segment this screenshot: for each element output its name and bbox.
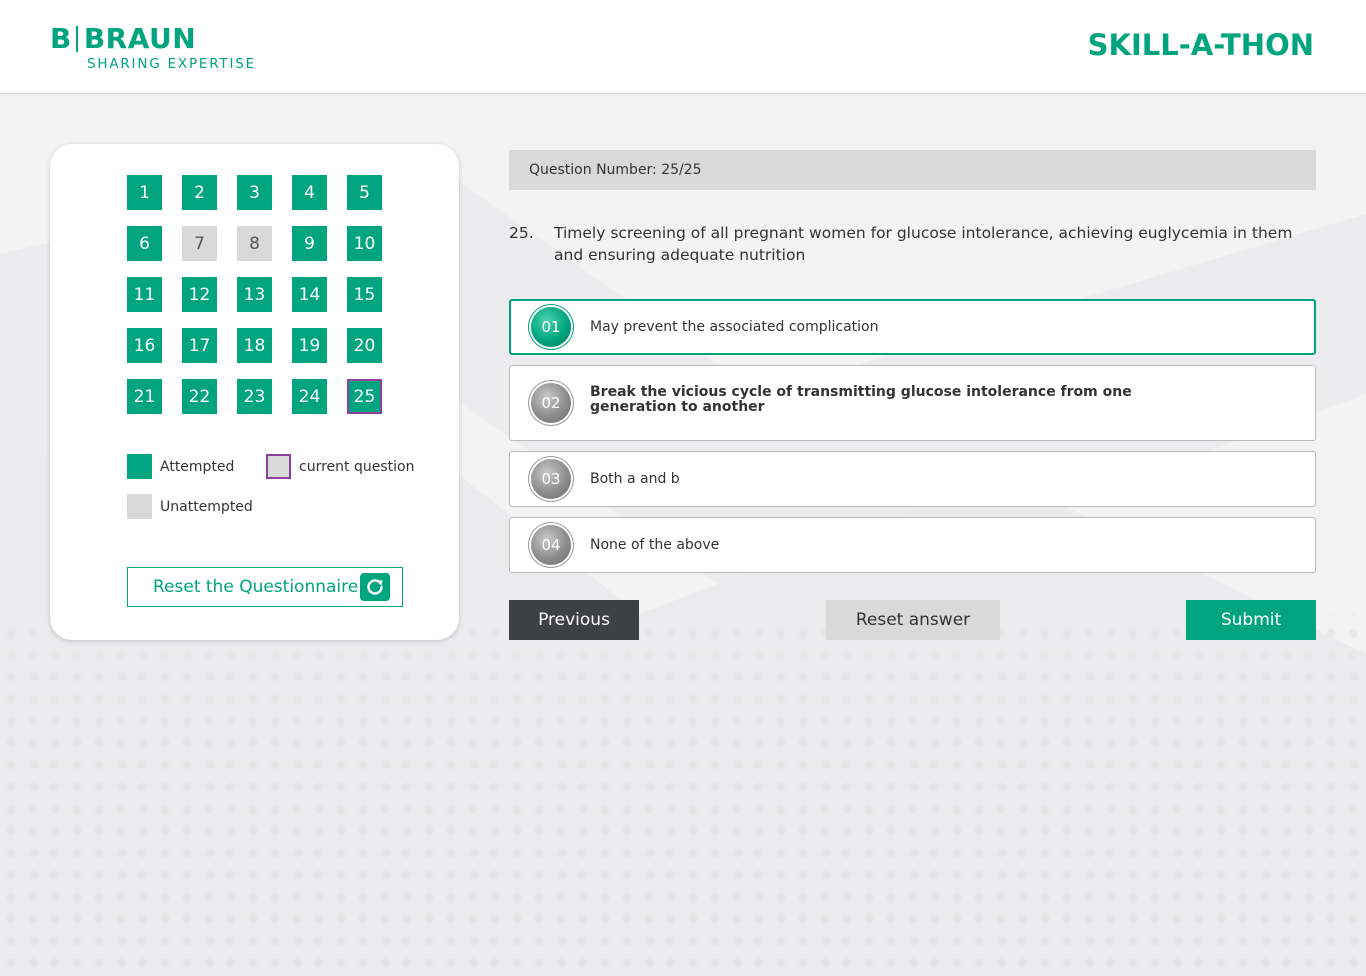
unattempted-swatch: [127, 494, 152, 519]
option-badge: 02: [531, 383, 571, 423]
reset-questionnaire-button[interactable]: Reset the Questionnaire: [127, 567, 403, 607]
legend-unattempted: Unattempted: [127, 494, 253, 519]
option-text: Both a and b: [590, 470, 680, 487]
question-nav-9[interactable]: 9: [292, 226, 327, 261]
reset-questionnaire-label: Reset the Questionnaire: [153, 577, 359, 597]
question-nav-3[interactable]: 3: [237, 175, 272, 210]
logo-letter: B: [50, 22, 72, 55]
option-04[interactable]: 04 None of the above: [509, 517, 1316, 573]
bbraun-logo: B BRAUN SHARING EXPERTISE: [50, 22, 256, 73]
question-nav-8[interactable]: 8: [237, 226, 272, 261]
option-01[interactable]: 01 May prevent the associated complicati…: [509, 299, 1316, 355]
question-nav-1[interactable]: 1: [127, 175, 162, 210]
question-nav-16[interactable]: 16: [127, 328, 162, 363]
current-swatch: [266, 454, 291, 479]
question-nav-13[interactable]: 13: [237, 277, 272, 312]
submit-button[interactable]: Submit: [1186, 600, 1316, 640]
question-nav-17[interactable]: 17: [182, 328, 217, 363]
question-nav-12[interactable]: 12: [182, 277, 217, 312]
question-text: Timely screening of all pregnant women f…: [554, 224, 1293, 264]
question-nav-22[interactable]: 22: [182, 379, 217, 414]
status-legend: Attempted current question Unattempted: [127, 454, 427, 524]
question-nav-7[interactable]: 7: [182, 226, 217, 261]
question-index: 25.: [509, 224, 534, 242]
question-nav-21[interactable]: 21: [127, 379, 162, 414]
question-number-bar: Question Number: 25/25: [509, 150, 1316, 190]
question-nav-15[interactable]: 15: [347, 277, 382, 312]
question-nav-19[interactable]: 19: [292, 328, 327, 363]
question-nav-14[interactable]: 14: [292, 277, 327, 312]
reset-answer-button[interactable]: Reset answer: [826, 600, 1000, 640]
previous-button[interactable]: Previous: [509, 600, 639, 640]
logo-brand: BRAUN: [83, 22, 197, 55]
question-grid: 1 2 3 4 5 6 7 8 9 10 11 12 13 14 15 16 17 18 19 20 21 22 23 24 2…: [127, 175, 382, 414]
question-nav-2[interactable]: 2: [182, 175, 217, 210]
question-nav-20[interactable]: 20: [347, 328, 382, 363]
logo-tagline: SHARING EXPERTISE: [87, 56, 256, 72]
option-02[interactable]: 02 Break the vicious cycle of transmitti…: [509, 365, 1316, 441]
attempted-swatch: [127, 454, 152, 479]
question-nav-25[interactable]: 25: [347, 379, 382, 414]
question-nav-11[interactable]: 11: [127, 277, 162, 312]
refresh-icon: [360, 573, 390, 601]
app-header: B BRAUN SHARING EXPERTISE SKILL-A-THON: [0, 0, 1366, 94]
question-nav-23[interactable]: 23: [237, 379, 272, 414]
option-badge: 01: [531, 307, 571, 347]
option-text: May prevent the associated complication: [590, 318, 879, 335]
question-nav-4[interactable]: 4: [292, 175, 327, 210]
option-badge: 04: [531, 525, 571, 565]
legend-unattempted-label: Unattempted: [160, 498, 253, 515]
legend-attempted: Attempted: [127, 454, 234, 479]
option-03[interactable]: 03 Both a and b: [509, 451, 1316, 507]
legend-attempted-label: Attempted: [160, 458, 235, 475]
question-navigator-panel: 1 2 3 4 5 6 7 8 9 10 11 12 13 14 15 16 17 18 19 20 21 22 23 24 2…: [50, 144, 459, 640]
legend-current-label: current question: [299, 458, 415, 475]
app-title: SKILL-A-THON: [1087, 28, 1314, 62]
question-nav-10[interactable]: 10: [347, 226, 382, 261]
question-nav-5[interactable]: 5: [347, 175, 382, 210]
option-text: Break the vicious cycle of transmitting …: [590, 384, 1132, 415]
question-nav-24[interactable]: 24: [292, 379, 327, 414]
question-stem: 25. Timely screening of all pregnant wom…: [509, 222, 1316, 266]
question-number: Question Number: 25/25: [529, 162, 702, 178]
legend-current: current question: [266, 454, 414, 479]
option-badge: 03: [531, 459, 571, 499]
question-nav-6[interactable]: 6: [127, 226, 162, 261]
question-nav-18[interactable]: 18: [237, 328, 272, 363]
logo-separator: [75, 26, 78, 52]
option-text: None of the above: [590, 536, 720, 553]
